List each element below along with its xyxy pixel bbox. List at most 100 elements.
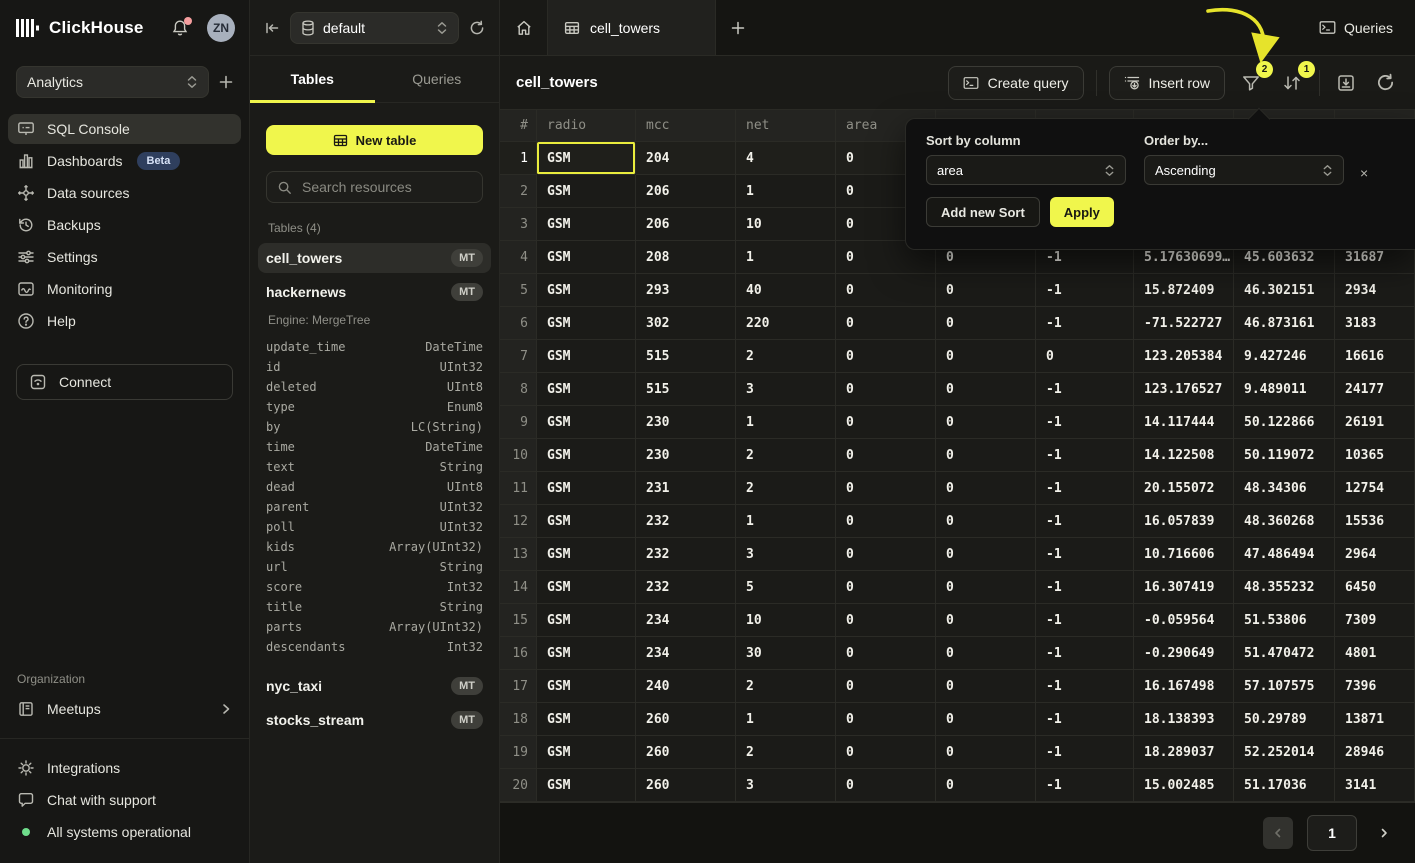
data-cell[interactable]: GSM [537,307,636,340]
data-cell[interactable]: 46.302151 [1234,274,1335,307]
sort-column-select[interactable]: area [926,155,1126,185]
row-number-header[interactable]: # [500,110,537,142]
data-cell[interactable]: 51.53806 [1234,604,1335,637]
data-cell[interactable]: GSM [537,274,636,307]
home-tab[interactable] [500,0,548,55]
data-cell[interactable]: 28946 [1335,736,1415,769]
data-cell[interactable]: 2 [736,472,836,505]
add-new-sort-button[interactable]: Add new Sort [926,197,1040,227]
workspace-select[interactable]: Analytics [16,66,209,98]
data-cell[interactable]: 204 [636,142,736,175]
data-cell[interactable]: 52.252014 [1234,736,1335,769]
avatar[interactable]: ZN [207,14,235,42]
data-cell[interactable]: 6450 [1335,571,1415,604]
data-cell[interactable]: 51.470472 [1234,637,1335,670]
data-cell[interactable]: 10.716606 [1134,538,1234,571]
data-cell[interactable]: GSM [537,175,636,208]
data-cell[interactable]: GSM [537,637,636,670]
data-cell[interactable]: 16.307419 [1134,571,1234,604]
data-cell[interactable]: 0 [936,703,1036,736]
data-cell[interactable]: 123.205384 [1134,340,1234,373]
data-cell[interactable]: 220 [736,307,836,340]
data-cell[interactable]: 240 [636,670,736,703]
data-cell[interactable]: 4801 [1335,637,1415,670]
sidebar-item-settings[interactable]: Settings [8,242,241,272]
data-cell[interactable]: 0 [936,373,1036,406]
sidebar-item-chat-support[interactable]: Chat with support [8,785,241,815]
data-cell[interactable]: 2964 [1335,538,1415,571]
data-cell[interactable]: 0 [836,604,936,637]
data-cell[interactable]: 20.155072 [1134,472,1234,505]
data-cell[interactable]: 10 [736,604,836,637]
data-cell[interactable]: -1 [1036,439,1134,472]
data-cell[interactable]: 0 [1036,340,1134,373]
refresh-icon[interactable] [1372,69,1399,96]
data-cell[interactable]: 0 [836,472,936,505]
data-cell[interactable]: 0 [836,703,936,736]
sort-icon[interactable]: 1 [1277,69,1307,97]
data-cell[interactable]: 0 [936,439,1036,472]
data-cell[interactable]: GSM [537,439,636,472]
table-item-hackernews[interactable]: hackernews MT [258,277,491,307]
data-cell[interactable]: 0 [936,604,1036,637]
data-cell[interactable]: -71.522727 [1134,307,1234,340]
data-cell[interactable]: 57.107575 [1234,670,1335,703]
data-cell[interactable]: -1 [1036,373,1134,406]
add-workspace-button[interactable] [219,75,233,89]
data-cell[interactable]: 10365 [1335,439,1415,472]
data-cell[interactable]: GSM [537,241,636,274]
download-icon[interactable] [1332,69,1360,97]
data-cell[interactable]: 0 [836,637,936,670]
column-header[interactable]: mcc [636,110,736,142]
next-page-button[interactable] [1371,817,1397,849]
collapse-panel-icon[interactable] [264,20,280,36]
database-select[interactable]: default [290,12,459,44]
data-cell[interactable]: 48.34306 [1234,472,1335,505]
data-cell[interactable]: GSM [537,604,636,637]
data-cell[interactable]: -1 [1036,406,1134,439]
data-cell[interactable]: 0 [936,274,1036,307]
data-cell[interactable]: 260 [636,703,736,736]
data-cell[interactable]: GSM [537,571,636,604]
search-input[interactable] [300,178,472,196]
data-cell[interactable]: 1 [736,703,836,736]
data-cell[interactable]: 0 [836,670,936,703]
data-cell[interactable]: 16.167498 [1134,670,1234,703]
data-cell[interactable]: 1 [736,241,836,274]
data-cell[interactable]: 51.17036 [1234,769,1335,802]
data-cell[interactable]: 0 [936,736,1036,769]
data-cell[interactable]: 0 [936,307,1036,340]
data-cell[interactable]: 12754 [1335,472,1415,505]
create-query-button[interactable]: Create query [948,66,1084,100]
data-cell[interactable]: 260 [636,736,736,769]
new-table-button[interactable]: New table [266,125,483,155]
data-cell[interactable]: 0 [836,340,936,373]
data-cell[interactable]: 50.122866 [1234,406,1335,439]
data-cell[interactable]: GSM [537,142,636,175]
data-cell[interactable]: 0 [936,769,1036,802]
data-cell[interactable]: 10 [736,208,836,241]
data-cell[interactable]: GSM [537,538,636,571]
data-cell[interactable]: 2 [736,736,836,769]
new-tab-button[interactable] [716,0,760,55]
data-cell[interactable]: -1 [1036,769,1134,802]
data-cell[interactable]: 18.289037 [1134,736,1234,769]
sidebar-item-system-status[interactable]: All systems operational [8,817,241,847]
data-cell[interactable]: -1 [1036,703,1134,736]
data-cell[interactable]: 0 [936,670,1036,703]
data-cell[interactable]: GSM [537,472,636,505]
sidebar-item-dashboards[interactable]: Dashboards Beta [8,146,241,176]
data-cell[interactable]: 515 [636,340,736,373]
data-cell[interactable]: 1 [736,505,836,538]
data-cell[interactable]: 1 [736,406,836,439]
data-cell[interactable]: 14.117444 [1134,406,1234,439]
data-cell[interactable]: 0 [936,505,1036,538]
data-cell[interactable]: 232 [636,538,736,571]
data-cell[interactable]: GSM [537,340,636,373]
data-cell[interactable]: 232 [636,571,736,604]
data-cell[interactable]: 260 [636,769,736,802]
data-cell[interactable]: -0.059564 [1134,604,1234,637]
data-cell[interactable]: 0 [836,538,936,571]
data-cell[interactable]: 16616 [1335,340,1415,373]
data-cell[interactable]: 0 [836,505,936,538]
